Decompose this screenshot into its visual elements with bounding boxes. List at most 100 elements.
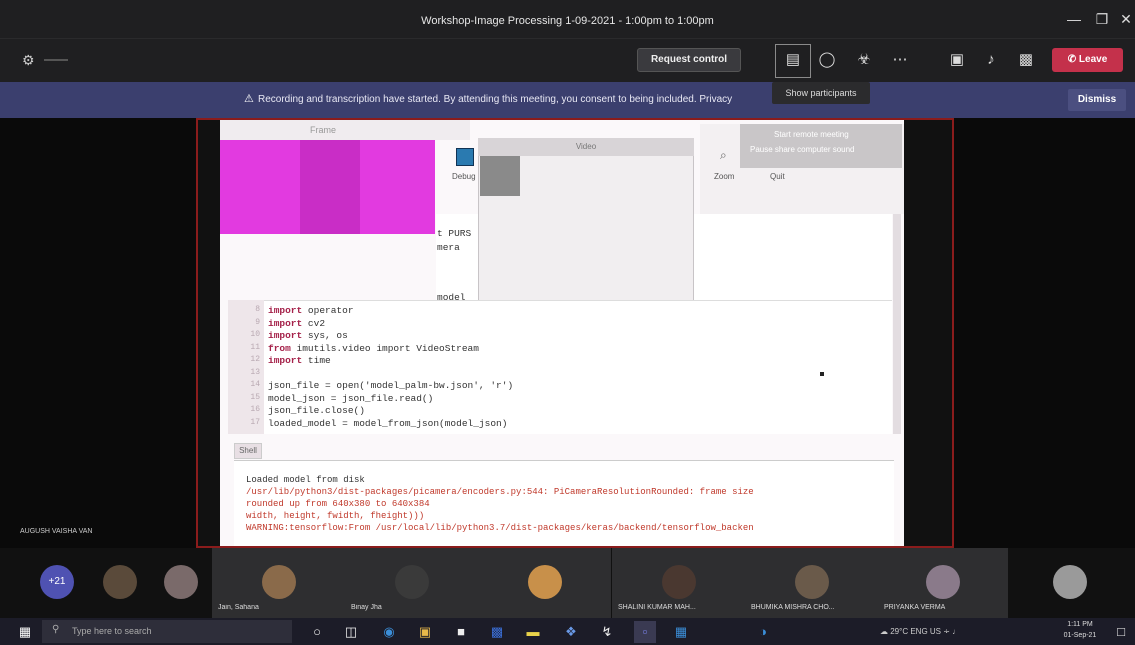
shell-line: rounded up from 640x380 to 640x384: [246, 499, 430, 509]
partial-code: mera: [437, 242, 460, 253]
participant-avatar: [261, 565, 296, 599]
participant-avatar: [661, 565, 696, 599]
clock-time: 1:11 PM: [1067, 621, 1093, 628]
participant-name: Binay Jha: [351, 604, 382, 611]
presenter-name: AUGUSH VAISHA VAN: [20, 528, 93, 535]
power-icon[interactable]: ↯: [596, 621, 618, 643]
code-text: json_file.close(): [268, 405, 365, 416]
code-keyword: import: [268, 355, 303, 366]
system-tray[interactable]: ☁ 29°C ENG US ∻ ♩: [880, 618, 1030, 645]
reactions-icon[interactable]: ☣: [850, 46, 878, 74]
editor-scrollbar[interactable]: [893, 214, 901, 434]
code-line: model_json = json_file.read(): [268, 393, 433, 405]
sticky-notes-icon[interactable]: ▬: [522, 621, 544, 643]
participant-avatar: [794, 565, 829, 599]
line-number: 17: [250, 417, 260, 427]
weather-icon: ☁: [880, 627, 891, 636]
participant-name: BHUMIKA MISHRA CHO...: [751, 604, 835, 611]
dropbox-icon[interactable]: ❖: [560, 621, 582, 643]
code-line: json_file = open('model_palm-bw.json', '…: [268, 380, 513, 392]
windows-start-icon[interactable]: ▦: [14, 621, 36, 643]
code-text: model_json = json_file.read(): [268, 392, 434, 404]
participant-name: [484, 604, 607, 614]
tray-text: 29°C ENG US: [890, 627, 942, 636]
participant-name: PRIYANKA VERMA: [884, 604, 946, 611]
chat-icon[interactable]: ◯: [813, 46, 841, 74]
code-keyword: import: [268, 317, 303, 329]
edge-icon[interactable]: ◉: [378, 621, 400, 643]
line-number: 12: [250, 355, 260, 364]
request-control-button[interactable]: Request control: [637, 48, 741, 72]
line-number: 15: [250, 392, 260, 402]
warning-icon: ⚠: [244, 93, 254, 105]
code-text: imutils.video import VideoStream: [290, 342, 479, 354]
mouse-cursor: [820, 372, 824, 376]
shell-line: /usr/lib/python3/dist-packages/picamera/…: [246, 487, 754, 497]
camera-icon[interactable]: ▣: [943, 46, 971, 74]
window-title: Workshop-Image Processing 1-09-2021 - 1:…: [421, 15, 714, 27]
participant-avatar: [394, 565, 429, 599]
debug-icon[interactable]: [456, 148, 474, 166]
minimize-icon[interactable]: —: [1060, 6, 1088, 32]
file-explorer-icon[interactable]: ▣: [414, 621, 436, 643]
participant-avatar: [164, 565, 198, 599]
clock[interactable]: 1:11 PM 01-Sep-21: [1055, 619, 1105, 644]
share-menu-item[interactable]: Start remote meeting: [740, 124, 902, 139]
line-number: 11: [250, 342, 260, 352]
participant-name: [96, 604, 146, 614]
word-icon[interactable]: ▩: [486, 621, 508, 643]
timer-bar: [44, 59, 68, 61]
store-icon[interactable]: ■: [450, 621, 472, 643]
code-text: json_file = open('model_palm-bw.json', '…: [268, 380, 514, 391]
participant-name: [32, 604, 84, 614]
calendar-icon[interactable]: ▦: [670, 621, 692, 643]
taskbar-search[interactable]: Type here to search: [42, 620, 292, 643]
volume-icon: ♩: [952, 627, 961, 636]
code-text: operator: [302, 305, 354, 316]
task-view-icon[interactable]: ◫: [340, 621, 362, 643]
clock-date: 01-Sep-21: [1063, 632, 1097, 639]
frame-window-header: Frame: [220, 120, 470, 140]
leave-button[interactable]: ✆ Leave: [1052, 48, 1123, 72]
participant-avatar: [527, 565, 562, 599]
participant-avatar: [1053, 565, 1087, 599]
code-text: time: [302, 355, 331, 366]
shell-line: Loaded model from disk: [246, 475, 365, 485]
code-line: from imutils.video import VideoStream: [268, 343, 479, 355]
line-number: 13: [250, 367, 260, 377]
code-line: import time: [268, 355, 331, 367]
line-number: 8: [255, 305, 260, 314]
code-line: json_file.close(): [268, 405, 365, 417]
mic-icon[interactable]: ♪: [977, 46, 1005, 74]
teams-icon[interactable]: ▫: [634, 621, 656, 643]
notification-icon[interactable]: □: [1110, 621, 1132, 643]
leave-label: Leave: [1078, 54, 1108, 65]
participant-name: Jain, Sahana: [218, 604, 259, 611]
code-keyword: from: [268, 342, 291, 354]
line-number: 10: [250, 330, 260, 339]
cortana-icon[interactable]: ○: [306, 621, 328, 643]
banner-text: Recording and transcription have started…: [258, 94, 733, 105]
dismiss-button[interactable]: Dismiss: [1068, 89, 1126, 111]
settings-icon[interactable]: ⚙: [22, 50, 42, 70]
show-participants-icon[interactable]: ▤: [779, 46, 807, 74]
close-icon[interactable]: ✕: [1112, 6, 1135, 32]
line-number: 14: [250, 380, 260, 389]
code-text: loaded_model = model_from_json(model_jso…: [268, 417, 508, 429]
code-keyword: import: [268, 305, 303, 316]
zoom-icon[interactable]: ⌕: [720, 148, 736, 164]
search-icon: ⚲: [52, 624, 60, 635]
participant-name: [156, 604, 208, 614]
share-menu-item[interactable]: Pause share computer sound: [740, 139, 902, 154]
code-keyword: import: [268, 330, 303, 341]
wifi-icon: ∻: [941, 627, 953, 636]
code-line: loaded_model = model_from_json(model_jso…: [268, 418, 507, 430]
participant-avatar: +21: [40, 565, 74, 599]
code-line: import sys, os: [268, 330, 348, 342]
participant-name: [1026, 604, 1116, 614]
globe-icon[interactable]: ◑: [752, 621, 774, 643]
video-thumbnail: [480, 156, 520, 196]
more-options-icon[interactable]: ⋯: [886, 46, 914, 74]
shell-tab[interactable]: Shell: [234, 443, 262, 459]
share-icon[interactable]: ▩: [1012, 46, 1040, 74]
